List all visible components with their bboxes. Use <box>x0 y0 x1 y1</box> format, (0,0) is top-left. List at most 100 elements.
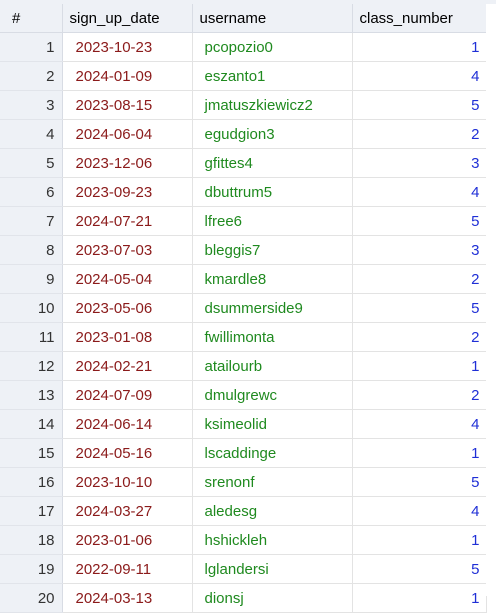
class-number-cell[interactable]: 5 <box>352 293 487 323</box>
row-number-cell[interactable]: 2 <box>0 61 63 91</box>
table-row[interactable]: 20 2024-03-13 dionsj 1 <box>0 583 487 613</box>
table-row[interactable]: 5 2023-12-06 gfittes4 3 <box>0 148 487 178</box>
username-cell[interactable]: dmulgrewc <box>192 380 353 410</box>
row-number-cell[interactable]: 9 <box>0 264 63 294</box>
row-number-cell[interactable]: 5 <box>0 148 63 178</box>
sign-up-date-cell[interactable]: 2024-02-21 <box>62 351 193 381</box>
row-number-cell[interactable]: 18 <box>0 525 63 555</box>
username-cell[interactable]: aledesg <box>192 496 353 526</box>
class-number-cell[interactable]: 5 <box>352 90 487 120</box>
sign-up-date-cell[interactable]: 2024-07-09 <box>62 380 193 410</box>
sign-up-date-cell[interactable]: 2023-07-03 <box>62 235 193 265</box>
row-number-cell[interactable]: 17 <box>0 496 63 526</box>
class-number-cell[interactable]: 1 <box>352 525 487 555</box>
table-row[interactable]: 16 2023-10-10 srenonf 5 <box>0 467 487 497</box>
table-row[interactable]: 10 2023-05-06 dsummerside9 5 <box>0 293 487 323</box>
table-row[interactable]: 13 2024-07-09 dmulgrewc 2 <box>0 380 487 410</box>
row-number-cell[interactable]: 16 <box>0 467 63 497</box>
row-number-cell[interactable]: 6 <box>0 177 63 207</box>
username-cell[interactable]: ksimeolid <box>192 409 353 439</box>
sign-up-date-cell[interactable]: 2023-08-15 <box>62 90 193 120</box>
sign-up-date-cell[interactable]: 2023-01-06 <box>62 525 193 555</box>
table-row[interactable]: 12 2024-02-21 atailourb 1 <box>0 351 487 381</box>
sign-up-date-cell[interactable]: 2024-06-04 <box>62 119 193 149</box>
username-cell[interactable]: gfittes4 <box>192 148 353 178</box>
username-cell[interactable]: pcopozio0 <box>192 32 353 62</box>
username-cell[interactable]: dionsj <box>192 583 353 613</box>
username-cell[interactable]: fwillimonta <box>192 322 353 352</box>
username-cell[interactable]: eszanto1 <box>192 61 353 91</box>
table-row[interactable]: 8 2023-07-03 bleggis7 3 <box>0 235 487 265</box>
table-row[interactable]: 15 2024-05-16 lscaddinge 1 <box>0 438 487 468</box>
username-cell[interactable]: hshickleh <box>192 525 353 555</box>
class-number-cell[interactable]: 3 <box>352 148 487 178</box>
table-row[interactable]: 1 2023-10-23 pcopozio0 1 <box>0 32 487 62</box>
class-number-cell[interactable]: 4 <box>352 496 487 526</box>
class-number-cell[interactable]: 2 <box>352 264 487 294</box>
sign-up-date-cell[interactable]: 2024-06-14 <box>62 409 193 439</box>
sign-up-date-cell[interactable]: 2024-05-16 <box>62 438 193 468</box>
results-table[interactable]: # sign_up_date username class_number 1 2… <box>0 4 487 613</box>
header-username[interactable]: username <box>192 4 353 33</box>
sign-up-date-cell[interactable]: 2024-01-09 <box>62 61 193 91</box>
table-row[interactable]: 9 2024-05-04 kmardle8 2 <box>0 264 487 294</box>
header-class-number[interactable]: class_number <box>352 4 487 33</box>
username-cell[interactable]: bleggis7 <box>192 235 353 265</box>
row-number-cell[interactable]: 15 <box>0 438 63 468</box>
row-number-cell[interactable]: 4 <box>0 119 63 149</box>
sign-up-date-cell[interactable]: 2023-01-08 <box>62 322 193 352</box>
username-cell[interactable]: atailourb <box>192 351 353 381</box>
class-number-cell[interactable]: 2 <box>352 119 487 149</box>
class-number-cell[interactable]: 4 <box>352 409 487 439</box>
class-number-cell[interactable]: 1 <box>352 351 487 381</box>
sign-up-date-cell[interactable]: 2024-03-27 <box>62 496 193 526</box>
username-cell[interactable]: lscaddinge <box>192 438 353 468</box>
username-cell[interactable]: dbuttrum5 <box>192 177 353 207</box>
table-row[interactable]: 3 2023-08-15 jmatuszkiewicz2 5 <box>0 90 487 120</box>
sign-up-date-cell[interactable]: 2023-10-23 <box>62 32 193 62</box>
table-row[interactable]: 7 2024-07-21 lfree6 5 <box>0 206 487 236</box>
row-number-cell[interactable]: 19 <box>0 554 63 584</box>
class-number-cell[interactable]: 1 <box>352 32 487 62</box>
row-number-cell[interactable]: 20 <box>0 583 63 613</box>
username-cell[interactable]: srenonf <box>192 467 353 497</box>
username-cell[interactable]: jmatuszkiewicz2 <box>192 90 353 120</box>
row-number-cell[interactable]: 7 <box>0 206 63 236</box>
username-cell[interactable]: egudgion3 <box>192 119 353 149</box>
sign-up-date-cell[interactable]: 2023-10-10 <box>62 467 193 497</box>
username-cell[interactable]: lglandersi <box>192 554 353 584</box>
table-row[interactable]: 18 2023-01-06 hshickleh 1 <box>0 525 487 555</box>
class-number-cell[interactable]: 5 <box>352 467 487 497</box>
row-number-cell[interactable]: 8 <box>0 235 63 265</box>
table-row[interactable]: 17 2024-03-27 aledesg 4 <box>0 496 487 526</box>
class-number-cell[interactable]: 5 <box>352 206 487 236</box>
sign-up-date-cell[interactable]: 2024-03-13 <box>62 583 193 613</box>
class-number-cell[interactable]: 3 <box>352 235 487 265</box>
row-number-cell[interactable]: 14 <box>0 409 63 439</box>
class-number-cell[interactable]: 4 <box>352 61 487 91</box>
table-row[interactable]: 19 2022-09-11 lglandersi 5 <box>0 554 487 584</box>
class-number-cell[interactable]: 5 <box>352 554 487 584</box>
sign-up-date-cell[interactable]: 2024-05-04 <box>62 264 193 294</box>
row-number-cell[interactable]: 10 <box>0 293 63 323</box>
header-row-number[interactable]: # <box>0 4 63 33</box>
row-number-cell[interactable]: 3 <box>0 90 63 120</box>
sign-up-date-cell[interactable]: 2022-09-11 <box>62 554 193 584</box>
table-row[interactable]: 2 2024-01-09 eszanto1 4 <box>0 61 487 91</box>
sign-up-date-cell[interactable]: 2023-05-06 <box>62 293 193 323</box>
class-number-cell[interactable]: 4 <box>352 177 487 207</box>
class-number-cell[interactable]: 2 <box>352 322 487 352</box>
table-row[interactable]: 11 2023-01-08 fwillimonta 2 <box>0 322 487 352</box>
table-row[interactable]: 14 2024-06-14 ksimeolid 4 <box>0 409 487 439</box>
results-grid[interactable]: # sign_up_date username class_number 1 2… <box>0 0 496 613</box>
row-number-cell[interactable]: 12 <box>0 351 63 381</box>
username-cell[interactable]: lfree6 <box>192 206 353 236</box>
row-number-cell[interactable]: 13 <box>0 380 63 410</box>
class-number-cell[interactable]: 1 <box>352 438 487 468</box>
table-row[interactable]: 4 2024-06-04 egudgion3 2 <box>0 119 487 149</box>
sign-up-date-cell[interactable]: 2023-09-23 <box>62 177 193 207</box>
row-number-cell[interactable]: 1 <box>0 32 63 62</box>
row-number-cell[interactable]: 11 <box>0 322 63 352</box>
class-number-cell[interactable]: 1 <box>352 583 487 613</box>
username-cell[interactable]: dsummerside9 <box>192 293 353 323</box>
